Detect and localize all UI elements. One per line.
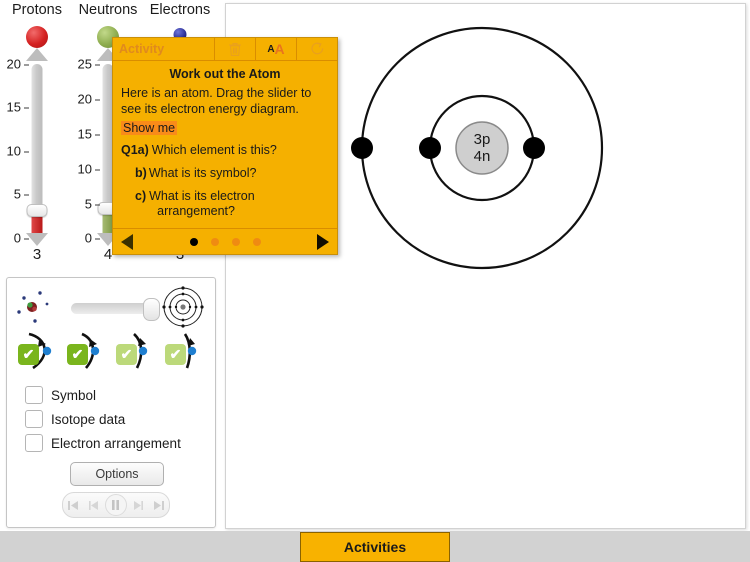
view-mode-slider-thumb[interactable] (143, 298, 160, 321)
neutron-tick-5: 5 (85, 197, 100, 212)
proton-ball-icon (26, 26, 48, 48)
shell-checkbox-1[interactable]: ✔ (18, 344, 39, 365)
shell-checkbox-3[interactable]: ✔ (116, 344, 137, 365)
proton-tick-15: 15 (7, 100, 29, 115)
neutron-tick-15: 15 (78, 127, 100, 142)
neutron-tick-20: 20 (78, 92, 100, 107)
shell-toggle-2[interactable]: ✔ (66, 330, 109, 372)
option-symbol-label: Symbol (51, 387, 97, 403)
activities-button[interactable]: Activities (300, 532, 450, 562)
activity-footer (113, 228, 337, 254)
neutron-tick-10: 10 (78, 162, 100, 177)
question-1c: c) What is its electron arrangement? (121, 189, 329, 219)
question-1b-text: What is its symbol? (148, 165, 257, 180)
playback-controls (62, 492, 170, 518)
previous-page-icon[interactable] (121, 233, 133, 250)
option-symbol[interactable]: Symbol (25, 383, 205, 407)
page-dot-1[interactable] (189, 237, 198, 246)
step-back-icon[interactable] (85, 496, 103, 514)
page-dot-4[interactable] (252, 237, 261, 246)
next-page-icon[interactable] (317, 233, 329, 250)
skip-forward-icon[interactable] (150, 496, 168, 514)
skip-back-icon[interactable] (64, 496, 82, 514)
question-1c-text: What is its electron arrangement? (149, 189, 255, 219)
activity-panel: Activity AA Work out the Atom Here is an… (112, 37, 338, 255)
activity-title: Work out the Atom (169, 67, 281, 81)
reset-icon[interactable] (296, 38, 337, 60)
proton-tick-20: 20 (7, 57, 29, 72)
activity-intro-line1: Here is an atom. Drag the slider to (121, 86, 312, 100)
proton-tick-10: 10 (7, 144, 29, 159)
slider-label-protons: Protons (12, 2, 62, 18)
atom-control-panel: ✔ ✔ ✔ ✔ Symbol Isotope data Electron arr… (6, 277, 216, 528)
electron-dot (351, 137, 373, 159)
question-1a-label: Q1a) (121, 142, 149, 157)
page-dot-3[interactable] (231, 237, 240, 246)
option-electron-arrangement-checkbox[interactable] (25, 434, 43, 452)
shell-toggle-4[interactable]: ✔ (164, 330, 207, 372)
shell-toggle-3[interactable]: ✔ (115, 330, 158, 372)
shell-diagram-icon (162, 286, 204, 328)
shell-toggle-row: ✔ ✔ ✔ ✔ (17, 330, 207, 372)
slider-label-neutrons: Neutrons (78, 2, 138, 18)
question-1a-text: Which element is this? (151, 142, 277, 157)
nucleus-neutrons-label: 4n (474, 148, 491, 165)
proton-increase-arrow[interactable] (26, 48, 48, 61)
electron-dot (523, 137, 545, 159)
activity-intro-line2: see its electron energy diagram. (121, 102, 299, 117)
shell-checkbox-4[interactable]: ✔ (165, 344, 186, 365)
proton-decrease-arrow[interactable] (26, 233, 48, 246)
question-1a: Q1a) Which element is this? (121, 143, 329, 158)
question-1c-label: c) (135, 188, 147, 203)
activity-toolbar: Activity AA (113, 38, 337, 61)
view-mode-slider-track[interactable] (71, 303, 151, 314)
question-1c-line2: arrangement? (157, 203, 235, 218)
show-me-link[interactable]: Show me (121, 120, 178, 135)
proton-value: 3 (32, 246, 42, 263)
options-button[interactable]: Options (70, 462, 164, 486)
display-options-list: Symbol Isotope data Electron arrangement (25, 383, 205, 455)
neutron-tick-25: 25 (78, 57, 100, 72)
activity-body: Work out the Atom Here is an atom. Drag … (113, 61, 337, 219)
question-1c-line1: What is its electron (149, 188, 255, 203)
step-forward-icon[interactable] (129, 496, 147, 514)
scattered-atom-icon (17, 291, 49, 323)
activity-panel-title: Activity (119, 42, 165, 56)
option-electron-arrangement-label: Electron arrangement (51, 435, 181, 451)
shell-toggle-1[interactable]: ✔ (17, 330, 60, 372)
page-dot-2[interactable] (210, 237, 219, 246)
option-electron-arrangement[interactable]: Electron arrangement (25, 431, 205, 455)
option-isotope-data[interactable]: Isotope data (25, 407, 205, 431)
slider-protons[interactable]: Protons 20 15 10 5 0 3 (0, 0, 74, 272)
trash-icon[interactable] (214, 38, 255, 60)
text-size-icon[interactable]: AA (255, 38, 296, 60)
electron-dot (419, 137, 441, 159)
shell-checkbox-2[interactable]: ✔ (67, 344, 88, 365)
question-1b: b) What is its symbol? (121, 166, 329, 181)
option-symbol-checkbox[interactable] (25, 386, 43, 404)
pause-icon[interactable] (104, 494, 127, 516)
page-dots (189, 237, 261, 246)
option-isotope-data-label: Isotope data (51, 411, 126, 427)
nucleus-protons-label: 3p (474, 131, 491, 148)
proton-slider-thumb[interactable] (26, 204, 48, 217)
bottom-bar: Activities (0, 531, 750, 562)
question-1b-label: b) (135, 165, 147, 180)
view-mode-slider-row (15, 286, 207, 328)
proton-tick-5: 5 (14, 187, 29, 202)
option-isotope-data-checkbox[interactable] (25, 410, 43, 428)
slider-label-electrons: Electrons (149, 2, 211, 18)
